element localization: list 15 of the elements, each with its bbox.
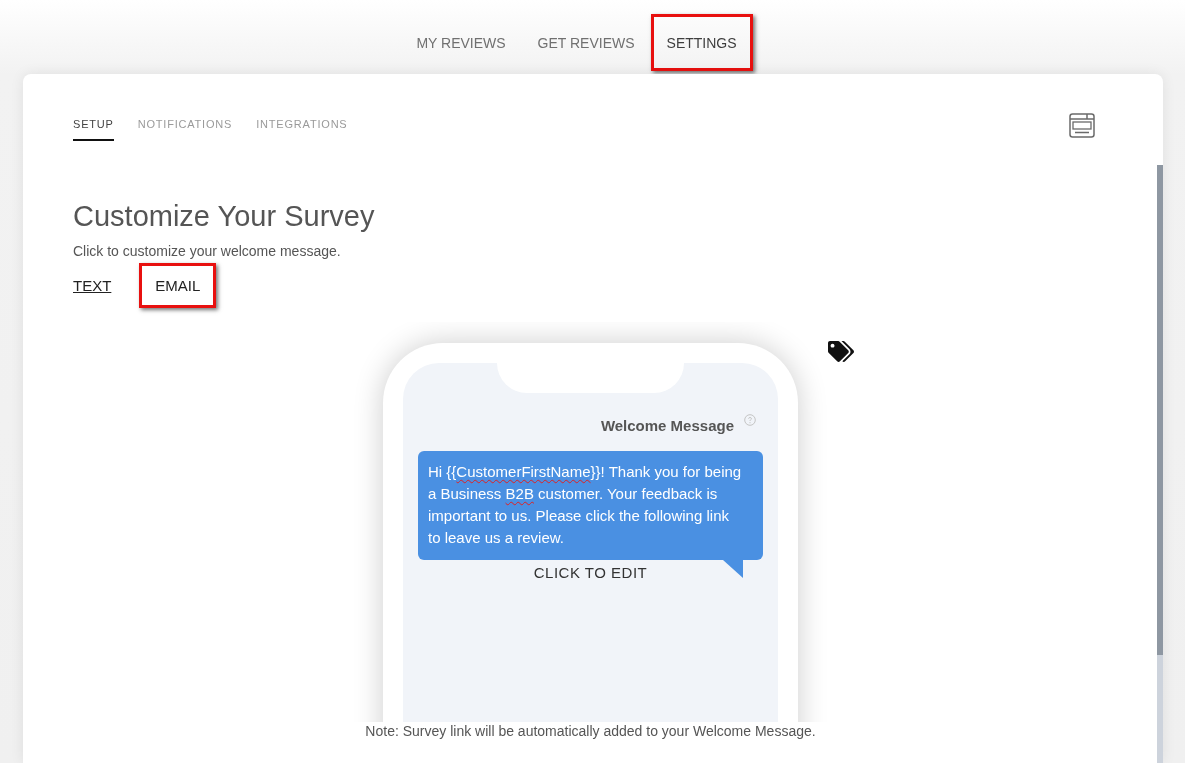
welcome-message-heading: Welcome Message — [600, 416, 734, 436]
main-nav-tab[interactable]: GET REVIEWS — [521, 14, 651, 71]
main-nav-tab[interactable]: MY REVIEWS — [400, 14, 522, 71]
tags-icon[interactable] — [828, 341, 854, 362]
main-nav-tab[interactable]: SETTINGS — [650, 14, 753, 71]
section-subtitle: Click to customize your welcome message. — [73, 242, 342, 261]
survey-link-note: Note: Survey link will be automatically added to your Welcome Message. — [364, 722, 817, 740]
speech-tail-icon — [723, 560, 743, 578]
message-type-tab[interactable]: EMAIL — [139, 263, 217, 308]
scrollbar-thumb[interactable] — [1157, 165, 1163, 655]
sub-tab[interactable]: SETUP — [73, 114, 114, 141]
click-to-edit-link[interactable]: CLICK TO EDIT — [533, 563, 648, 583]
section-title: Customize Your Survey — [73, 199, 376, 234]
window-icon[interactable] — [1069, 113, 1095, 138]
message-type-tab[interactable]: TEXT — [57, 263, 128, 308]
